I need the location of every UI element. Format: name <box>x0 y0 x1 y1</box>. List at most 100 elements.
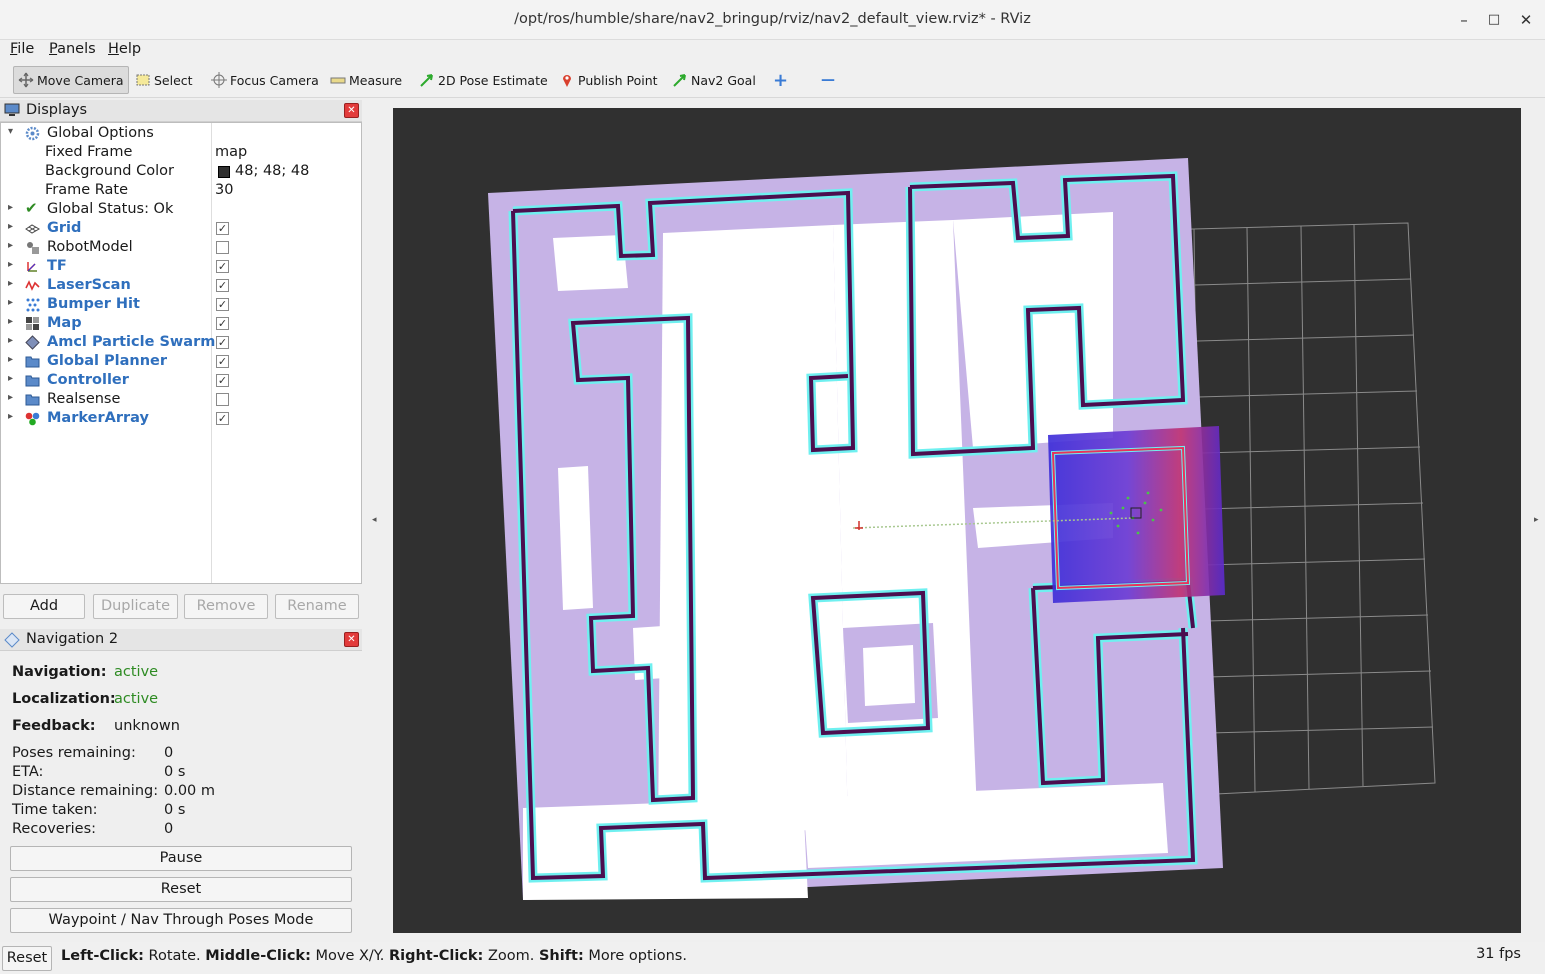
enable-checkbox-amcl-particle-swarm[interactable]: ✓ <box>216 336 229 349</box>
enable-checkbox-realsense[interactable] <box>216 393 229 406</box>
navigation-panel: Navigation: active Localization: active … <box>0 651 362 940</box>
focus-camera-tool[interactable]: Focus Camera <box>207 66 323 94</box>
marker-array-icon <box>25 411 40 426</box>
tree-row-amcl-particle-swarm[interactable]: ▸ Amcl Particle Swarm ✓ <box>1 333 361 352</box>
duplicate-button[interactable]: Duplicate <box>93 594 178 619</box>
displays-button-row: Add Duplicate Remove Rename <box>0 594 362 620</box>
menu-file[interactable]: File <box>10 41 34 57</box>
navigation-label: Navigation: <box>12 664 107 680</box>
pause-button[interactable]: Pause <box>10 846 352 871</box>
measure-tool[interactable]: Measure <box>326 66 406 94</box>
window-titlebar: /opt/ros/humble/share/nav2_bringup/rviz/… <box>0 0 1545 40</box>
navigation-title: Navigation 2 <box>26 631 119 647</box>
tree-row-global-planner[interactable]: ▸ Global Planner ✓ <box>1 352 361 371</box>
minimize-button[interactable]: – <box>1452 8 1476 32</box>
pose-estimate-label: 2D Pose Estimate <box>438 72 548 88</box>
collapsed-arrow-icon[interactable]: ▸ <box>8 373 13 384</box>
enable-checkbox-grid[interactable]: ✓ <box>216 222 229 235</box>
right-click-val: Zoom. <box>483 948 539 964</box>
collapsed-arrow-icon[interactable]: ▸ <box>8 202 13 213</box>
reset-view-button[interactable]: Reset <box>2 946 52 971</box>
collapsed-arrow-icon[interactable]: ▸ <box>8 240 13 251</box>
color-swatch[interactable] <box>218 166 230 178</box>
focus-camera-icon <box>211 72 227 88</box>
map-icon <box>25 316 40 331</box>
nav2-goal-label: Nav2 Goal <box>691 72 756 88</box>
select-tool[interactable]: Select <box>131 66 197 94</box>
collapsed-arrow-icon[interactable]: ▸ <box>8 259 13 270</box>
collapsed-arrow-icon[interactable]: ▸ <box>8 221 13 232</box>
displays-close-button[interactable]: ✕ <box>344 103 359 118</box>
collapsed-arrow-icon[interactable]: ▸ <box>8 316 13 327</box>
collapsed-arrow-icon[interactable]: ▸ <box>8 335 13 346</box>
close-button[interactable]: ✕ <box>1514 8 1538 32</box>
collapsed-arrow-icon[interactable]: ▸ <box>8 354 13 365</box>
tree-row-bumper-hit[interactable]: ▸ Bumper Hit ✓ <box>1 295 361 314</box>
right-splitter-handle[interactable]: ▸ <box>1534 515 1539 525</box>
display-label-robotmodel: RobotModel <box>47 239 133 255</box>
pose-estimate-tool[interactable]: 2D Pose Estimate <box>415 66 552 94</box>
display-label-controller: Controller <box>47 372 129 388</box>
select-label: Select <box>154 72 193 88</box>
enable-checkbox-map[interactable]: ✓ <box>216 317 229 330</box>
collapsed-arrow-icon[interactable]: ▸ <box>8 392 13 403</box>
tree-row-global-options[interactable]: ▾ Global Options <box>1 124 361 143</box>
enable-checkbox-global-planner[interactable]: ✓ <box>216 355 229 368</box>
menu-panels[interactable]: Panels <box>49 41 96 57</box>
collapsed-arrow-icon[interactable]: ▸ <box>8 278 13 289</box>
render-viewport[interactable] <box>393 108 1521 933</box>
tree-row-global-status[interactable]: ▸ ✔ Global Status: Ok <box>1 200 361 219</box>
maximize-button[interactable]: □ <box>1482 8 1506 32</box>
grid-icon <box>25 221 41 236</box>
add-tool-button[interactable]: + <box>769 66 792 94</box>
waypoint-mode-button[interactable]: Waypoint / Nav Through Poses Mode <box>10 908 352 933</box>
reset-nav-button[interactable]: Reset <box>10 877 352 902</box>
navigation-close-button[interactable]: ✕ <box>344 632 359 647</box>
enable-checkbox-controller[interactable]: ✓ <box>216 374 229 387</box>
add-button[interactable]: Add <box>3 594 85 619</box>
collapsed-arrow-icon[interactable]: ▸ <box>8 411 13 422</box>
tree-row-robotmodel[interactable]: ▸ RobotModel <box>1 238 361 257</box>
tree-row-fixed-frame[interactable]: Fixed Frame map <box>1 143 361 162</box>
enable-checkbox-tf[interactable]: ✓ <box>216 260 229 273</box>
publish-point-tool[interactable]: Publish Point <box>555 66 662 94</box>
nav2-goal-tool[interactable]: Nav2 Goal <box>668 66 760 94</box>
remove-button[interactable]: Remove <box>184 594 268 619</box>
tree-row-markerarray[interactable]: ▸ MarkerArray ✓ <box>1 409 361 428</box>
map-scene[interactable] <box>393 108 1521 933</box>
expanded-arrow-icon[interactable]: ▾ <box>8 126 13 137</box>
tree-row-realsense[interactable]: ▸ Realsense <box>1 390 361 409</box>
enable-checkbox-bumper-hit[interactable]: ✓ <box>216 298 229 311</box>
background-color-value[interactable]: 48; 48; 48 <box>235 163 309 179</box>
frame-rate-value[interactable]: 30 <box>215 182 233 198</box>
right-click-key: Right-Click: <box>388 948 484 964</box>
rename-button[interactable]: Rename <box>275 594 359 619</box>
time-taken-value: 0 s <box>164 802 186 818</box>
tree-row-controller[interactable]: ▸ Controller ✓ <box>1 371 361 390</box>
display-label-markerarray: MarkerArray <box>47 410 149 426</box>
folder-icon <box>25 392 40 407</box>
global-status-label: Global Status: Ok <box>47 201 174 217</box>
left-splitter-handle[interactable]: ◂ <box>372 515 377 525</box>
focus-camera-label: Focus Camera <box>230 72 319 88</box>
recoveries-value: 0 <box>164 821 174 837</box>
middle-click-key: Middle-Click: <box>205 948 311 964</box>
move-camera-tool[interactable]: Move Camera <box>13 66 129 94</box>
shift-val: More options. <box>583 948 687 964</box>
move-camera-icon <box>18 72 34 88</box>
fixed-frame-value[interactable]: map <box>215 144 247 160</box>
tree-row-grid[interactable]: ▸ Grid ✓ <box>1 219 361 238</box>
tree-row-laserscan[interactable]: ▸ LaserScan ✓ <box>1 276 361 295</box>
enable-checkbox-robotmodel[interactable] <box>216 241 229 254</box>
display-label-realsense: Realsense <box>47 391 121 407</box>
enable-checkbox-markerarray[interactable]: ✓ <box>216 412 229 425</box>
navigation-status: active <box>114 664 159 680</box>
tree-row-background-color[interactable]: Background Color 48; 48; 48 <box>1 162 361 181</box>
tree-row-map[interactable]: ▸ Map ✓ <box>1 314 361 333</box>
tree-row-frame-rate[interactable]: Frame Rate 30 <box>1 181 361 200</box>
collapsed-arrow-icon[interactable]: ▸ <box>8 297 13 308</box>
remove-tool-button[interactable]: — <box>817 66 839 94</box>
tree-row-tf[interactable]: ▸ TF ✓ <box>1 257 361 276</box>
menu-help[interactable]: Help <box>108 41 141 57</box>
enable-checkbox-laserscan[interactable]: ✓ <box>216 279 229 292</box>
